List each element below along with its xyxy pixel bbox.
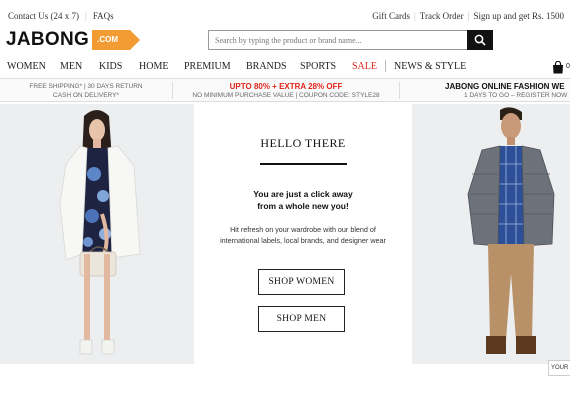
main-nav: WOMEN MEN KIDS HOME PREMIUM BRANDS SPORT… [0,58,570,76]
divider: | [413,11,416,21]
nav-women[interactable]: WOMEN [7,61,46,72]
promo-divider [399,82,400,99]
fashion-week-banner[interactable]: JABONG ONLINE FASHION WE 1 DAYS TO GO – … [420,82,570,100]
men-model-image[interactable] [412,104,570,364]
top-left-links: Contact Us (24 x 7) | FAQs [8,11,114,21]
men-model-illustration [412,104,570,364]
hero-title: HELLO THERE [260,136,346,150]
search-icon [474,34,486,46]
nav-sports[interactable]: SPORTS [300,61,336,72]
nav-kids[interactable]: KIDS [99,61,122,72]
description-line-1: Hit refresh on your wardrobe with our bl… [230,225,376,234]
offer-headline: UPTO 80% + EXTRA 28% OFF [229,82,343,91]
logo-tag: .COM [92,30,140,50]
search-button[interactable] [467,30,493,50]
fashion-week-subtext: 1 DAYS TO GO – REGISTER NOW [464,92,568,99]
jabong-logo[interactable]: JABONG .COM [6,28,140,52]
nav-divider [385,60,386,72]
nav-home[interactable]: HOME [139,61,168,72]
side-tab[interactable]: YOUR [548,360,570,376]
gift-cards-link[interactable]: Gift Cards [372,11,410,21]
track-order-link[interactable]: Track Order [420,11,464,21]
nav-men[interactable]: MEN [60,61,82,72]
offer-subtext: NO MINIMUM PURCHASE VALUE | COUPON CODE:… [192,92,380,99]
logo-wordmark: JABONG [6,29,90,50]
shop-men-button[interactable]: SHOP MEN [258,306,345,332]
search-input[interactable] [208,30,467,50]
title-underline [260,163,347,165]
faqs-link[interactable]: FAQs [93,11,114,21]
nav-news-style[interactable]: NEWS & STYLE [394,61,466,72]
shipping-line-1: FREE SHIPPING* | 30 DAYS RETURN [29,83,143,90]
tagline-line-2: from a whole new you! [257,201,349,211]
description-line-2: international labels, local brands, and … [220,236,386,245]
hero-description: Hit refresh on your wardrobe with our bl… [194,224,412,246]
women-model-illustration [0,104,194,364]
fashion-week-headline: JABONG ONLINE FASHION WE [445,82,565,91]
shop-women-button[interactable]: SHOP WOMEN [258,269,345,295]
shipping-line-2: CASH ON DELIVERY* [53,92,119,99]
hero-center-panel: HELLO THERE You are just a click away fr… [194,104,412,364]
nav-brands[interactable]: BRANDS [246,61,287,72]
divider: | [85,11,87,21]
top-utility-bar: Contact Us (24 x 7) | FAQs Gift Cards | … [0,0,570,30]
offer-banner[interactable]: UPTO 80% + EXTRA 28% OFF NO MINIMUM PURC… [173,82,399,100]
nav-premium[interactable]: PREMIUM [184,61,231,72]
nav-sale[interactable]: SALE [352,61,377,72]
contact-us-link[interactable]: Contact Us (24 x 7) [8,11,79,21]
bag-count: 0 [566,63,570,70]
signup-link[interactable]: Sign up and get Rs. 1500 [473,11,564,21]
divider: | [467,11,470,21]
shopping-bag-icon[interactable] [552,61,564,74]
top-right-links: Gift Cards | Track Order | Sign up and g… [372,11,564,21]
women-model-image[interactable] [0,104,194,364]
search-bar [208,30,493,50]
promo-strip: FREE SHIPPING* | 30 DAYS RETURN CASH ON … [0,78,570,102]
shipping-info: FREE SHIPPING* | 30 DAYS RETURN CASH ON … [0,82,172,100]
hero-tagline: You are just a click away from a whole n… [194,188,412,212]
hero-banner: HELLO THERE You are just a click away fr… [0,104,570,364]
tagline-line-1: You are just a click away [253,189,353,199]
